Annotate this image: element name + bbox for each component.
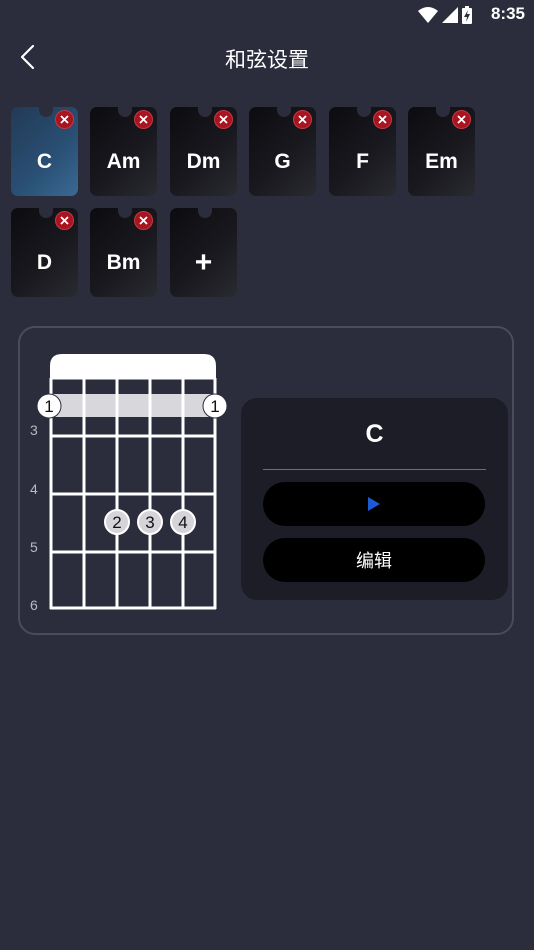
chord-tile-d[interactable]: D [11, 201, 78, 297]
chord-tile-label: F [356, 150, 369, 173]
tile-notch [357, 100, 371, 117]
chord-tile-am[interactable]: Am [90, 100, 157, 196]
finger-number: 3 [145, 513, 154, 532]
delete-chord-button[interactable] [134, 110, 153, 129]
tile-notch [118, 201, 132, 218]
delete-chord-button[interactable] [452, 110, 471, 129]
tile-notch [39, 100, 53, 117]
chord-tile-g[interactable]: G [249, 100, 316, 196]
chord-tile-bm[interactable]: Bm [90, 201, 157, 297]
chord-info-card: C 编辑 [241, 398, 508, 600]
close-icon [60, 216, 69, 225]
finger-dot: 3 [137, 509, 163, 535]
delete-chord-button[interactable] [373, 110, 392, 129]
chord-tile-label: Em [425, 150, 458, 173]
fret-number: 4 [30, 481, 38, 497]
chord-tile-c[interactable]: C [11, 100, 78, 196]
finger-number: 1 [210, 397, 219, 416]
delete-chord-button[interactable] [55, 211, 74, 230]
chord-diagram: 3 4 5 6 1 1 2 3 4 [30, 354, 228, 613]
barre-finger-right: 1 [202, 393, 228, 419]
fret-number: 3 [30, 422, 38, 438]
finger-number: 4 [178, 513, 187, 532]
chord-tile-label: Bm [106, 251, 141, 274]
chord-tile-label: C [36, 150, 53, 173]
plus-icon: + [194, 246, 213, 279]
divider [263, 469, 486, 470]
signal-icon [442, 7, 458, 23]
tile-notch [198, 201, 212, 218]
tile-notch [436, 100, 450, 117]
fret-number: 5 [30, 539, 38, 555]
close-icon [139, 115, 148, 124]
close-icon [60, 115, 69, 124]
barre-bar [50, 394, 216, 417]
chord-detail-panel: 3 4 5 6 1 1 2 3 4 C 编辑 [18, 326, 514, 635]
chord-tile-label: G [274, 150, 291, 173]
diagram-nut [50, 354, 216, 378]
delete-chord-button[interactable] [214, 110, 233, 129]
tile-notch [277, 100, 291, 117]
barre-finger-left: 1 [36, 393, 62, 419]
close-icon [457, 115, 466, 124]
chord-tile-em[interactable]: Em [408, 100, 475, 196]
finger-dot: 4 [170, 509, 196, 535]
add-chord-button[interactable]: + [170, 201, 237, 297]
page-title: 和弦设置 [225, 48, 309, 72]
tile-notch [118, 100, 132, 117]
status-icons [418, 6, 472, 24]
status-bar: 8:35 [0, 0, 534, 28]
delete-chord-button[interactable] [55, 110, 74, 129]
close-icon [378, 115, 387, 124]
tile-notch [39, 201, 53, 218]
chord-name: C [365, 420, 384, 448]
close-icon [139, 216, 148, 225]
play-icon [368, 497, 380, 511]
header: 和弦设置 [0, 30, 534, 86]
finger-dot: 2 [104, 509, 130, 535]
chord-tile-label: Am [106, 150, 141, 173]
status-time: 8:35 [490, 4, 525, 23]
tile-notch [198, 100, 212, 117]
close-icon [219, 115, 228, 124]
close-icon [298, 115, 307, 124]
wifi-icon [418, 7, 438, 23]
finger-number: 1 [44, 397, 53, 416]
finger-number: 2 [112, 513, 121, 532]
delete-chord-button[interactable] [293, 110, 312, 129]
fret-number: 6 [30, 597, 38, 613]
chord-tile-label: D [36, 251, 53, 274]
battery-charging-icon [462, 6, 472, 24]
chord-tile-dm[interactable]: Dm [170, 100, 237, 196]
delete-chord-button[interactable] [134, 211, 153, 230]
chord-tile-label: Dm [186, 150, 221, 173]
chord-tile-f[interactable]: F [329, 100, 396, 196]
edit-button[interactable]: 编辑 [263, 538, 485, 582]
play-button[interactable] [263, 482, 485, 526]
